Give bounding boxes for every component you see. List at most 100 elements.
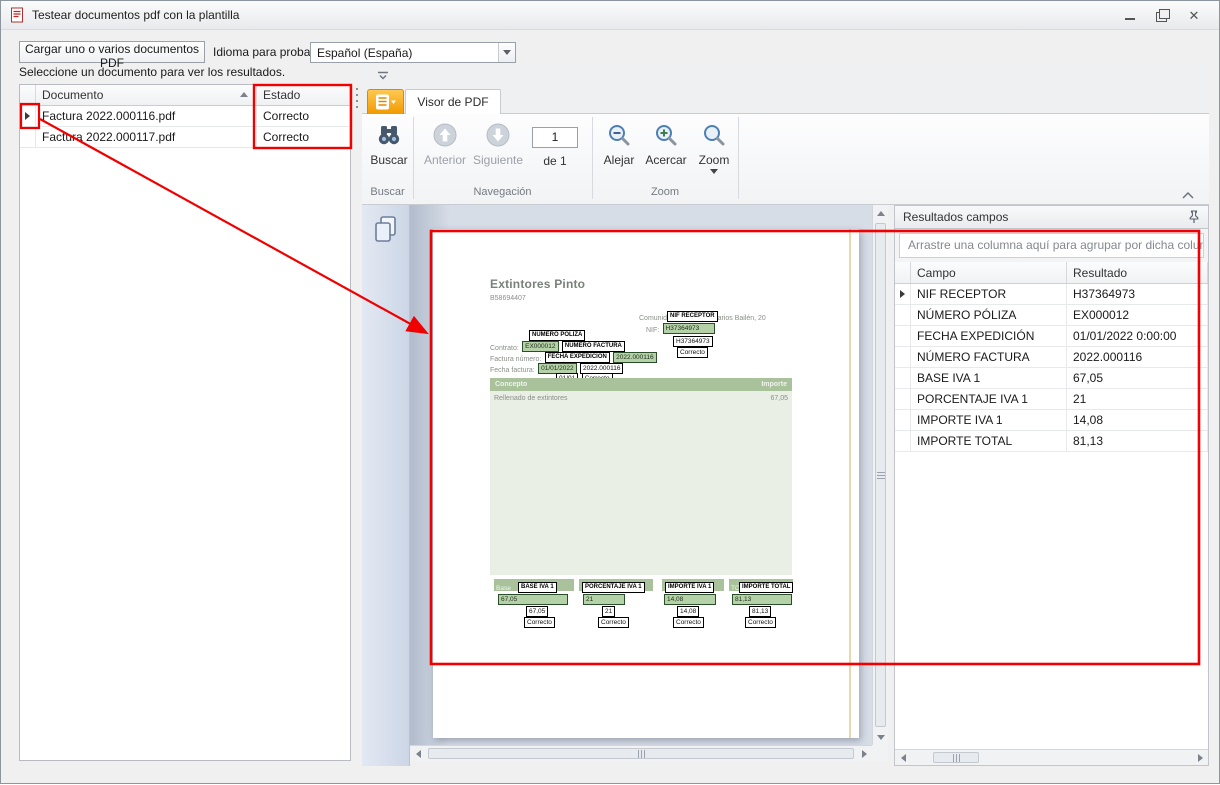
group-caption-zoom: Zoom	[592, 186, 738, 201]
row-indicator-cell	[895, 347, 911, 367]
status-box: Correcto	[745, 617, 776, 628]
result-row[interactable]: PORCENTAJE IVA 1 21	[895, 389, 1208, 410]
result-row[interactable]: FECHA EXPEDICIÓN 01/01/2022 0:00:00	[895, 326, 1208, 347]
column-header-campo[interactable]: Campo	[911, 262, 1067, 283]
panel-splitter[interactable]	[353, 84, 361, 761]
close-icon[interactable]: ✕	[1187, 9, 1201, 21]
ribbon-tab-row: Visor de PDF	[362, 89, 1209, 114]
resultado-cell: 67,05	[1067, 368, 1208, 388]
results-panel-header: Resultados campos	[895, 206, 1208, 229]
group-by-band[interactable]: Arrastre una columna aquí para agrupar p…	[895, 229, 1208, 262]
campo-cell: NÚMERO FACTURA	[911, 347, 1067, 367]
result-row[interactable]: IMPORTE IVA 1 14,08	[895, 410, 1208, 431]
app-window: Testear documentos pdf con la plantilla …	[0, 0, 1220, 784]
chevron-down-icon	[710, 169, 718, 174]
restore-icon[interactable]	[1155, 9, 1169, 21]
result-row[interactable]: IMPORTE TOTAL 81,13	[895, 431, 1208, 452]
invoice-table-header: Concepto Importe	[490, 378, 792, 391]
resultado-cell: 2022.000116	[1067, 347, 1208, 367]
scrollbar-corner	[872, 745, 888, 761]
invoice-line-amount: 67,05	[770, 395, 788, 402]
tab-visor-de-pdf[interactable]: Visor de PDF	[405, 89, 501, 114]
document-row[interactable]: Factura 2022.000117.pdf Correcto	[20, 127, 350, 148]
status-box: Correcto	[677, 347, 708, 358]
page-edge-line	[849, 229, 851, 738]
ribbon-toggle-icon[interactable]	[377, 70, 389, 84]
application-menu-button[interactable]	[367, 89, 404, 114]
viewer-vertical-scrollbar[interactable]	[872, 205, 888, 745]
documents-grid-header: Documento Estado	[20, 85, 350, 106]
title-bar: Testear documentos pdf con la plantilla …	[1, 1, 1219, 30]
scroll-left-icon[interactable]	[410, 746, 426, 762]
nif-label: NIF:	[646, 327, 659, 334]
binoculars-icon	[376, 121, 402, 149]
group-caption-navegacion: Navegación	[413, 186, 592, 201]
status-box: Correcto	[673, 617, 704, 628]
magnifier-icon	[701, 121, 727, 149]
status-box: Correcto	[524, 617, 555, 628]
buscar-button[interactable]: Buscar	[367, 116, 411, 180]
campo-cell: PORCENTAJE IVA 1	[911, 389, 1067, 409]
pin-icon[interactable]	[1188, 210, 1200, 224]
row-indicator-cell	[895, 368, 911, 388]
column-header-estado[interactable]: Estado	[257, 85, 350, 105]
nif-highlight: H37364973	[663, 323, 715, 334]
copy-pages-icon[interactable]	[373, 215, 399, 246]
scroll-right-icon[interactable]	[856, 746, 872, 762]
row-indicator-cell	[895, 431, 911, 451]
group-separator	[738, 117, 739, 199]
campo-cell: FECHA EXPEDICIÓN	[911, 326, 1067, 346]
band-base-text: Base	[494, 585, 511, 592]
zoom-in-icon	[653, 121, 679, 149]
resultado-cell: EX000012	[1067, 305, 1208, 325]
resultado-cell: 01/01/2022 0:00:00	[1067, 326, 1208, 346]
vertical-scroll-thumb[interactable]	[875, 223, 886, 727]
resultado-cell: 21	[1067, 389, 1208, 409]
resultado-cell: 81,13	[1067, 431, 1208, 451]
scroll-down-icon[interactable]	[873, 729, 889, 745]
horizontal-scroll-thumb[interactable]	[428, 748, 854, 759]
horizontal-scroll-thumb[interactable]	[933, 752, 979, 763]
collapse-ribbon-icon[interactable]	[1182, 188, 1194, 202]
results-horizontal-scrollbar[interactable]	[895, 749, 1208, 765]
scroll-up-icon[interactable]	[873, 205, 889, 221]
language-combobox[interactable]: Español (España)	[310, 42, 516, 63]
document-name-cell: Factura 2022.000117.pdf	[36, 127, 257, 147]
resultado-cell: H37364973	[1067, 284, 1208, 304]
page-number-input[interactable]: 1	[532, 127, 578, 148]
column-header-documento-label: Documento	[42, 88, 103, 102]
column-header-documento[interactable]: Documento	[36, 85, 257, 105]
anterior-button[interactable]: Anterior	[420, 116, 470, 180]
window-title: Testear documentos pdf con la plantilla	[32, 8, 239, 22]
viewer-horizontal-scrollbar[interactable]	[410, 745, 872, 761]
scroll-right-icon[interactable]	[1192, 750, 1208, 766]
alejar-button[interactable]: Alejar	[596, 116, 642, 180]
results-grid-header: Campo Resultado	[895, 262, 1208, 284]
invoice-table-body: Rellenado de extintores 67,05	[490, 391, 792, 575]
siguiente-button[interactable]: Siguiente	[470, 116, 526, 180]
minimize-icon[interactable]	[1123, 9, 1137, 21]
document-row[interactable]: Factura 2022.000116.pdf Correcto	[20, 106, 350, 127]
campo-cell: IMPORTE IVA 1	[911, 410, 1067, 430]
results-panel: Resultados campos Arrastre una columna a…	[894, 205, 1209, 766]
window-controls: ✕	[1123, 9, 1211, 21]
indicator-column-header	[20, 85, 36, 105]
row-selector-icon	[25, 112, 30, 120]
column-header-estado-label: Estado	[263, 88, 300, 102]
scroll-left-icon[interactable]	[895, 750, 911, 766]
pdf-ribbon: Visor de PDF Buscar Anterior	[362, 64, 1209, 205]
indicator-column-header	[895, 262, 911, 283]
load-documents-button[interactable]: Cargar uno o varios documentos PDF	[19, 41, 205, 63]
result-row[interactable]: BASE IVA 1 67,05	[895, 368, 1208, 389]
zoom-dropdown-button[interactable]: Zoom	[692, 116, 736, 180]
zoom-dropdown-label: Zoom	[699, 153, 730, 167]
result-row[interactable]: NÚMERO PÓLIZA EX000012	[895, 305, 1208, 326]
zoom-out-icon	[606, 121, 632, 149]
language-value: Español (España)	[311, 46, 498, 60]
chevron-down-icon[interactable]	[498, 43, 515, 62]
column-header-resultado[interactable]: Resultado	[1067, 262, 1208, 283]
acercar-button[interactable]: Zoom Acercar	[642, 116, 690, 180]
result-row[interactable]: NÚMERO FACTURA 2022.000116	[895, 347, 1208, 368]
result-row[interactable]: NIF RECEPTOR H37364973	[895, 284, 1208, 305]
alejar-button-label: Alejar	[604, 153, 635, 167]
